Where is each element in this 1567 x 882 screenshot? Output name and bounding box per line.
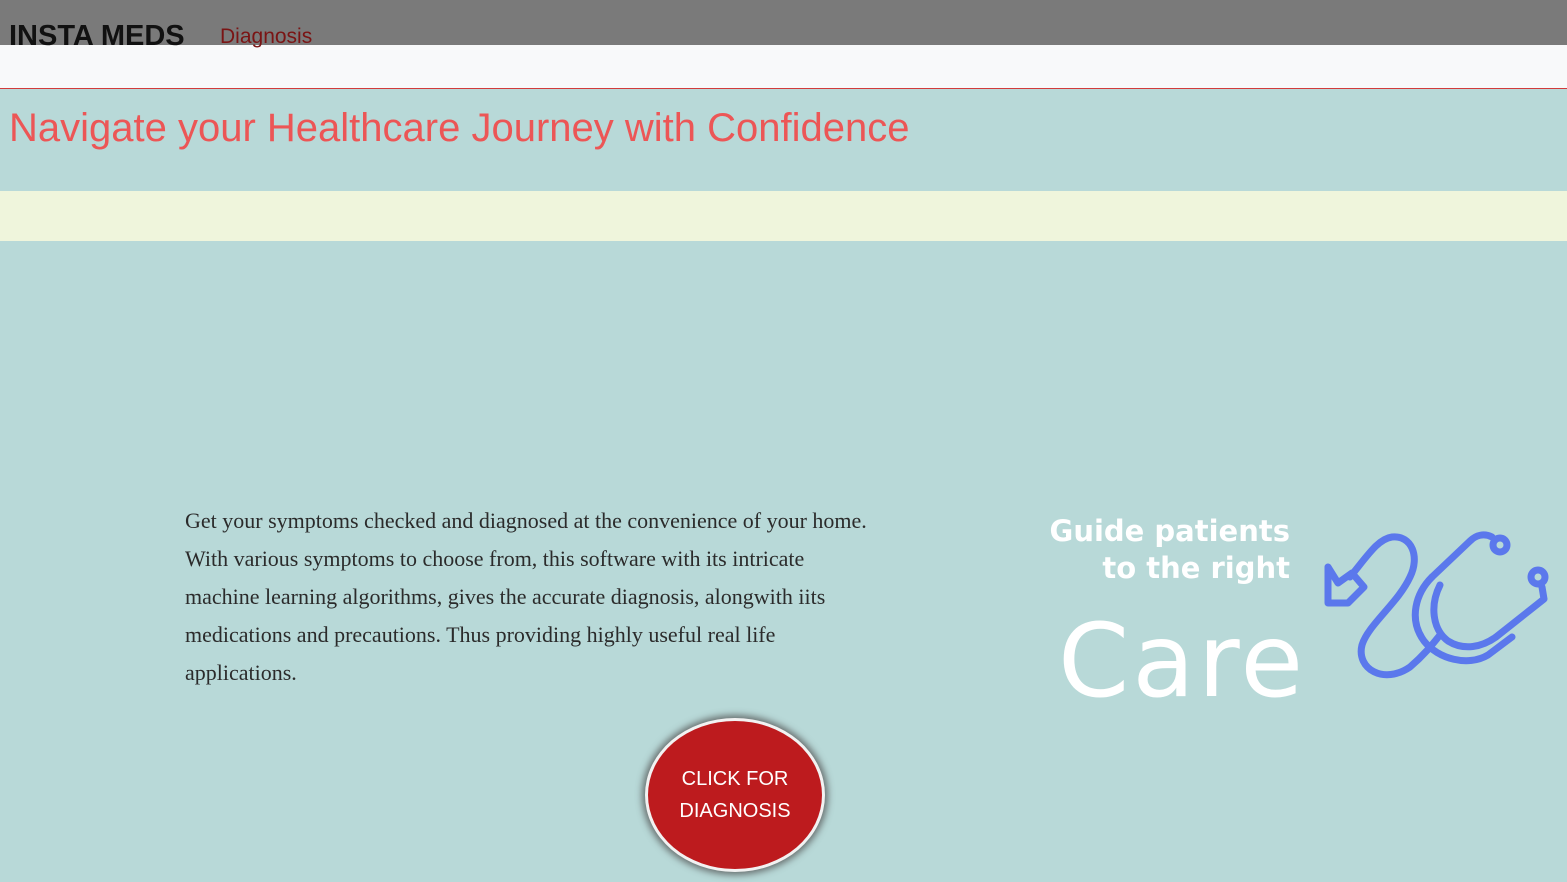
stethoscope-icon xyxy=(1324,531,1549,679)
brand-logo[interactable]: INSTA MEDS xyxy=(9,18,185,54)
description-text: Get your symptoms checked and diagnosed … xyxy=(185,508,867,685)
nav-link-diagnosis[interactable]: Diagnosis xyxy=(220,24,312,50)
navbar xyxy=(0,45,1567,89)
promo-tagline: Guide patients to the right xyxy=(1049,514,1290,585)
promo-headline: Care xyxy=(1058,602,1307,721)
promo-graphic: Guide patients to the right Care xyxy=(1050,505,1560,725)
diagnosis-button[interactable]: CLICK FOR DIAGNOSIS xyxy=(645,718,825,872)
diagnosis-button-label: CLICK FOR DIAGNOSIS xyxy=(679,768,791,822)
hero-title: Navigate your Healthcare Journey with Co… xyxy=(9,106,910,150)
banner-strip xyxy=(0,191,1567,241)
